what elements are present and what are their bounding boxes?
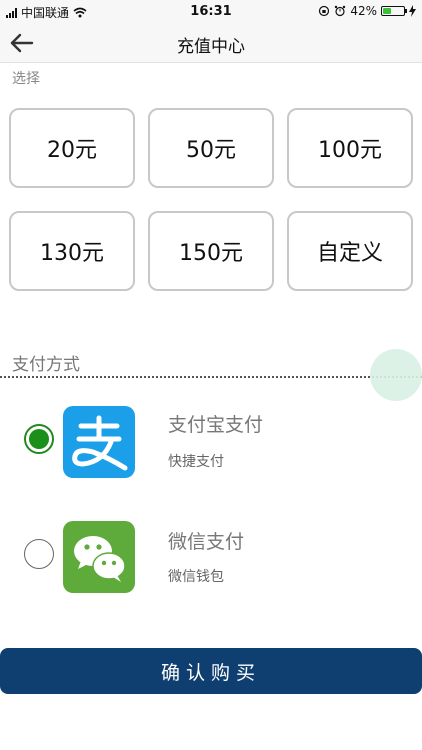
alipay-subtitle: 快捷支付 xyxy=(168,454,224,470)
charging-icon xyxy=(409,5,416,17)
confirm-purchase-button[interactable]: 确认购买 xyxy=(0,648,422,694)
select-label: 选择 xyxy=(12,71,40,87)
battery-icon xyxy=(381,6,407,16)
wechat-title: 微信支付 xyxy=(168,531,245,553)
status-right: 42% xyxy=(318,4,416,18)
divider xyxy=(0,376,422,378)
amount-option-150[interactable]: 150元 xyxy=(148,211,274,291)
wechat-radio[interactable] xyxy=(24,539,54,569)
touch-indicator xyxy=(370,349,422,401)
rotation-lock-icon xyxy=(319,5,330,17)
battery-percent: 42% xyxy=(350,4,377,18)
wechat-subtitle: 微信钱包 xyxy=(168,569,224,585)
alipay-title: 支付宝支付 xyxy=(168,414,264,436)
alipay-radio[interactable] xyxy=(24,424,54,454)
page-title: 充值中心 xyxy=(177,37,245,57)
amount-option-20[interactable]: 20元 xyxy=(9,108,135,188)
payment-method-label: 支付方式 xyxy=(12,355,80,375)
alipay-icon xyxy=(63,406,135,478)
wechat-icon xyxy=(63,521,135,593)
amount-option-50[interactable]: 50元 xyxy=(148,108,274,188)
alarm-icon xyxy=(335,5,346,17)
amount-option-100[interactable]: 100元 xyxy=(287,108,413,188)
amount-option-custom[interactable]: 自定义 xyxy=(287,211,413,291)
nav-bar: 充值中心 xyxy=(0,24,422,63)
amount-option-130[interactable]: 130元 xyxy=(9,211,135,291)
status-bar: 中国联通 16:31 42% xyxy=(0,0,422,24)
